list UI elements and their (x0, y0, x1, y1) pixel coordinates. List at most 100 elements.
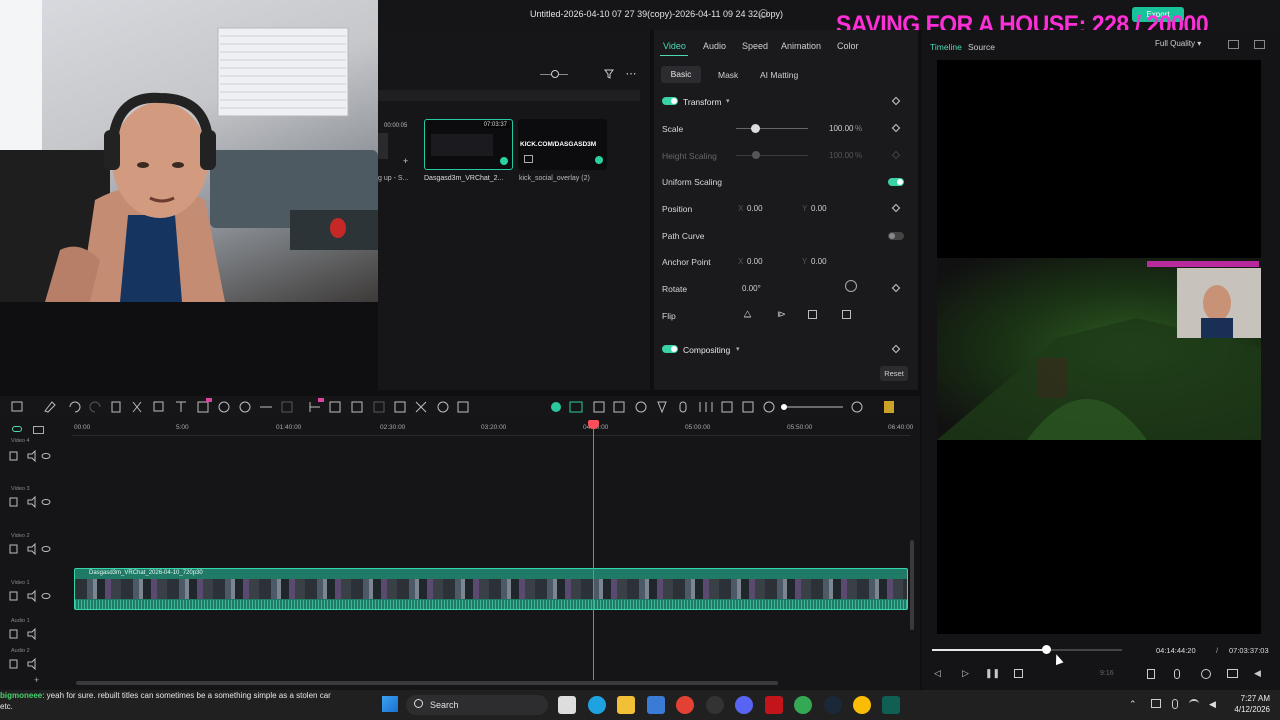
flip-horizontal-icon[interactable]: ⧐ (776, 309, 787, 320)
mic-tray-icon[interactable] (1172, 699, 1178, 709)
check-icon (500, 157, 508, 165)
clip2-name: kick_social_overlay (2) (519, 175, 590, 182)
tab-video[interactable]: Video (663, 41, 686, 51)
compositing-toggle[interactable] (662, 345, 678, 353)
more-icon[interactable]: ⋯ (625, 68, 637, 80)
tab-color[interactable]: Color (837, 41, 859, 51)
stop-icon[interactable] (1014, 669, 1023, 678)
anchor-y-axis: Y (802, 257, 808, 266)
uniform-scaling-label: Uniform Scaling (662, 177, 722, 187)
aspect-ratio[interactable]: 9:16 (1100, 670, 1114, 677)
mic-icon[interactable] (1174, 669, 1180, 679)
add-track-icon[interactable] (33, 426, 44, 434)
settings-icon[interactable] (1201, 669, 1211, 679)
network-icon[interactable] (1151, 699, 1161, 708)
rotate-right-icon[interactable] (808, 310, 817, 319)
task-view-icon[interactable] (558, 696, 576, 714)
zoom-knob[interactable] (551, 70, 559, 78)
subtab-ai-matting[interactable]: AI Matting (760, 70, 798, 80)
render-icon[interactable] (1147, 669, 1155, 679)
path-curve-toggle[interactable] (888, 232, 904, 240)
chat-overlay: bigmoneee: yeah for sure. rebuilt titles… (0, 690, 340, 720)
layout-icon[interactable] (1254, 40, 1265, 49)
file-explorer-icon[interactable] (617, 696, 635, 714)
volume-icon[interactable]: ◀ (1252, 668, 1263, 679)
timeline-horizontal-scrollbar[interactable] (76, 681, 778, 685)
store-icon[interactable] (647, 696, 665, 714)
snapshot-icon[interactable] (1228, 40, 1239, 49)
tab-animation[interactable]: Animation (781, 41, 821, 51)
filmora-icon[interactable] (882, 696, 900, 714)
ruler-tick-label: 5:00 (176, 424, 189, 431)
preview-scrubber-knob[interactable] (1042, 645, 1051, 654)
camera-icon[interactable] (1227, 669, 1238, 678)
volume-tray-icon[interactable]: ◀ (1209, 699, 1216, 710)
uniform-scaling-toggle[interactable] (888, 178, 904, 186)
add-icon[interactable]: + (403, 156, 408, 166)
track-label-video-4: Video 4 (11, 438, 30, 444)
anchor-x-input[interactable]: 0.00 (747, 257, 763, 266)
chrome-icon[interactable] (676, 696, 694, 714)
start-icon[interactable] (382, 696, 398, 712)
scale-slider-knob[interactable] (751, 124, 760, 133)
height-scaling-label: Height Scaling (662, 151, 717, 161)
subtab-mask[interactable]: Mask (718, 70, 738, 80)
media-search-bar[interactable] (378, 90, 640, 101)
filter-icon[interactable] (603, 68, 615, 80)
rotate-input[interactable]: 0.00° (742, 284, 761, 293)
play-icon[interactable]: ▷ (960, 668, 971, 679)
tab-source[interactable]: Source (968, 42, 995, 52)
link-icon[interactable] (12, 426, 22, 432)
rotate-left-icon[interactable] (842, 310, 851, 319)
tab-audio[interactable]: Audio (703, 41, 726, 51)
clip1-name: Dasgasd3m_VRChat_2... (424, 175, 504, 182)
clip2-thumbnail[interactable]: KICK.COM/DASGASD3M (518, 119, 607, 170)
tray-chevron-icon[interactable]: ⌃ (1129, 699, 1137, 710)
playhead[interactable] (593, 422, 594, 680)
acrobat-icon[interactable] (765, 696, 783, 714)
position-x-input[interactable]: 0.00 (747, 204, 763, 213)
cloud-icon (759, 9, 768, 18)
chrome-icon[interactable] (853, 696, 871, 714)
compositing-header: Compositing (683, 345, 731, 355)
reset-button[interactable]: Reset (880, 366, 908, 381)
discord-icon[interactable] (735, 696, 753, 714)
steam-icon[interactable] (824, 696, 842, 714)
chevron-down-icon[interactable]: ▾ (726, 97, 730, 105)
clock-time[interactable]: 7:27 AM (1230, 694, 1270, 703)
clock-date[interactable]: 4/12/2026 (1225, 705, 1270, 714)
chrome-icon[interactable] (794, 696, 812, 714)
total-time: 07:03:37:03 (1229, 646, 1269, 655)
prev-frame-icon[interactable]: ◁ (932, 668, 943, 679)
position-y-input[interactable]: 0.00 (811, 204, 827, 213)
add-icon[interactable]: + (34, 675, 39, 685)
scale-unit: % (855, 124, 863, 133)
transform-toggle[interactable] (662, 97, 678, 105)
chevron-down-icon[interactable]: ▾ (736, 345, 740, 353)
clip-left-name: g up - S... (378, 175, 409, 182)
wifi-icon[interactable] (1189, 699, 1199, 708)
obs-icon[interactable] (706, 696, 724, 714)
track-controls[interactable] (8, 450, 58, 670)
video-clip[interactable]: Dasgasd3m_VRChat_2026-04-10_720p30 (74, 568, 908, 610)
quality-dropdown[interactable]: Full Quality ▾ (1155, 39, 1201, 48)
anchor-y-input[interactable]: 0.00 (811, 257, 827, 266)
search-placeholder: Search (430, 700, 459, 710)
scale-value[interactable]: 100.00 (829, 124, 853, 133)
window-controls[interactable] (1235, 10, 1275, 20)
timeline-vertical-scrollbar[interactable] (910, 540, 914, 630)
edge-icon[interactable] (588, 696, 606, 714)
pause-icon[interactable]: ❚❚ (985, 668, 1000, 679)
rotate-dial[interactable] (845, 280, 857, 292)
taskbar-search[interactable]: Search (406, 695, 548, 715)
clip1-thumbnail[interactable]: 07:03:37 (424, 119, 513, 170)
flip-label: Flip (662, 311, 676, 321)
flip-vertical-icon[interactable]: ⧋ (742, 309, 753, 320)
tab-timeline[interactable]: Timeline (930, 42, 962, 52)
subtab-basic[interactable]: Basic (661, 66, 701, 83)
playhead-handle[interactable] (588, 420, 599, 429)
height-scaling-value: 100.00 (829, 151, 854, 160)
clip-left-thumb[interactable] (378, 133, 388, 159)
tab-speed[interactable]: Speed (742, 41, 768, 51)
scale-slider[interactable] (736, 128, 808, 129)
